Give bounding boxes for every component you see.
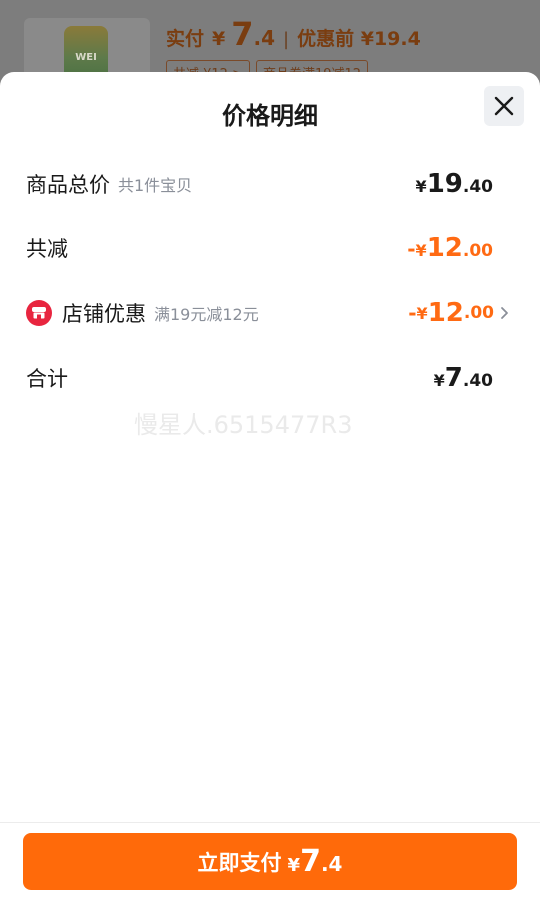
background-pay-dec: .4	[253, 26, 276, 50]
amount-decimal: .00	[463, 303, 494, 323]
currency-symbol: ¥	[415, 177, 427, 196]
amount-integer: 19	[426, 169, 463, 199]
amount-decimal: .4	[320, 851, 343, 876]
subtotal-amount: ¥ 19 .40	[416, 171, 493, 197]
pay-button-label: 立即支付	[197, 850, 282, 875]
background-original-price: 优惠前 ¥19.4	[297, 28, 421, 50]
amount-decimal: .40	[462, 371, 493, 391]
close-button[interactable]	[484, 86, 524, 126]
shop-discount-label: 店铺优惠	[62, 302, 146, 326]
sheet-title: 价格明细	[222, 102, 318, 130]
shop-icon	[26, 300, 52, 326]
amount-integer: 12	[427, 298, 464, 328]
chevron-right-icon	[500, 303, 510, 323]
total-amount: ¥ 7 .40	[434, 365, 493, 391]
subtotal-label: 商品总价	[26, 173, 110, 197]
subtotal-row: 商品总价 共1件宝贝 ¥ 19 .40	[26, 164, 514, 204]
minus-sign: -	[408, 301, 417, 325]
sheet-footer: 立即支付 ¥ 7 .4	[0, 822, 540, 910]
currency-symbol: ¥	[415, 241, 427, 260]
amount-decimal: .40	[462, 177, 493, 197]
close-icon	[494, 96, 514, 116]
price-detail-sheet: 价格明细 商品总价 共1件宝贝 ¥ 19 .40 共减 - ¥ 12 .00 店…	[0, 72, 540, 910]
currency-symbol: ¥	[287, 854, 301, 876]
background-pay-label: 实付	[166, 28, 205, 50]
pay-button-amount: ¥ 7 .4	[282, 843, 343, 879]
minus-sign: -	[407, 237, 416, 261]
background-separator: |	[283, 29, 290, 50]
currency-symbol: ¥	[416, 303, 428, 323]
pay-now-button[interactable]: 立即支付 ¥ 7 .4	[23, 833, 517, 890]
total-row: 合计 ¥ 7 .40	[26, 358, 514, 398]
amount-integer: 7	[300, 843, 321, 879]
total-label: 合计	[26, 367, 68, 391]
watermark: 慢星人.6515477R3	[134, 411, 353, 439]
shop-discount-amount: - ¥ 12 .00	[408, 300, 510, 326]
background-pay-currency: ¥	[212, 28, 226, 50]
amount-integer: 12	[426, 233, 463, 263]
total-discount-amount: - ¥ 12 .00	[407, 235, 493, 261]
amount-decimal: .00	[462, 241, 493, 261]
shop-discount-condition: 满19元减12元	[154, 305, 259, 324]
currency-symbol: ¥	[433, 371, 445, 390]
shop-discount-row[interactable]: 店铺优惠 满19元减12元 - ¥ 12 .00	[26, 293, 510, 333]
total-discount-label: 共减	[26, 237, 68, 261]
total-discount-row: 共减 - ¥ 12 .00	[26, 228, 514, 268]
item-count: 共1件宝贝	[118, 176, 193, 195]
product-thumb-text: WEI	[75, 52, 97, 63]
background-pay-int: 7	[231, 15, 254, 53]
amount-integer: 7	[444, 363, 463, 393]
background-price-line: 实付 ¥ 7 .4 | 优惠前 ¥19.4	[166, 18, 421, 51]
